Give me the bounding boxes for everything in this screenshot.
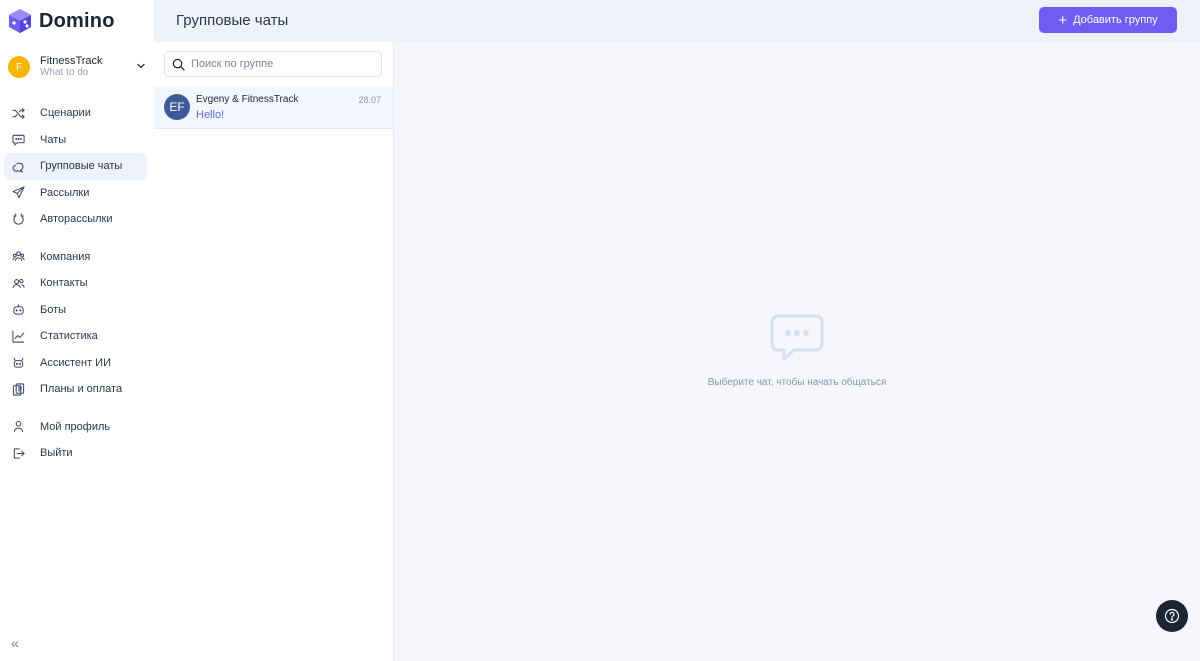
sidebar-item-ai-assistant[interactable]: Ассистент ИИ bbox=[4, 350, 147, 377]
collapse-sidebar-button[interactable]: « bbox=[11, 635, 19, 651]
sidebar-item-label: Сценарии bbox=[40, 107, 91, 120]
sidebar-item-label: Ассистент ИИ bbox=[40, 356, 111, 369]
sidebar-item-label: Компания bbox=[40, 250, 91, 263]
avatar: EF bbox=[164, 94, 190, 120]
chevron-down-icon[interactable] bbox=[136, 61, 146, 71]
empty-state-text: Выберите чат, чтобы начать общаться bbox=[707, 377, 887, 388]
sidebar-item-label: Контакты bbox=[40, 277, 88, 290]
sidebar-item-scenarios[interactable]: Сценарии bbox=[4, 100, 147, 127]
sidebar-item-label: Авторассылки bbox=[40, 213, 113, 226]
account-subtitle: What to do bbox=[40, 67, 89, 78]
group-chat-icon bbox=[12, 162, 24, 173]
account-name: FitnessTrack bbox=[40, 55, 103, 67]
sidebar-item-label: Боты bbox=[40, 303, 67, 316]
chat-bubble-icon bbox=[770, 314, 824, 361]
sidebar-item-billing[interactable]: Планы и оплата bbox=[4, 376, 147, 403]
sidebar-item-label: Планы и оплата bbox=[40, 383, 123, 396]
group-chat-list: EF Evgeny & FitnessTrack 28.07 Hello! bbox=[154, 42, 394, 661]
page-title: Групповые чаты bbox=[176, 12, 289, 29]
help-button[interactable] bbox=[1156, 600, 1188, 632]
sidebar-nav: Сценарии Чаты Групповые чаты Рассылки Ав… bbox=[4, 100, 147, 467]
search-box[interactable] bbox=[164, 51, 382, 77]
sidebar-item-bots[interactable]: Боты bbox=[4, 297, 147, 324]
sidebar-item-chats[interactable]: Чаты bbox=[4, 127, 147, 154]
question-icon bbox=[1164, 608, 1180, 624]
sidebar-item-contacts[interactable]: Контакты bbox=[4, 270, 147, 297]
contacts-icon bbox=[12, 278, 25, 288]
sidebar-item-auto-mailings[interactable]: Авторассылки bbox=[4, 206, 147, 233]
chat-name: Evgeny & FitnessTrack bbox=[196, 94, 299, 105]
auto-send-icon bbox=[13, 213, 24, 225]
sidebar-item-label: Мой профиль bbox=[40, 420, 111, 433]
bot-icon bbox=[13, 304, 24, 315]
sidebar-item-label: Выйти bbox=[40, 447, 73, 460]
billing-icon bbox=[12, 383, 25, 396]
sidebar-item-logout[interactable]: Выйти bbox=[4, 440, 147, 467]
add-group-button[interactable]: + Добавить группу bbox=[1039, 7, 1177, 33]
chat-list-item[interactable]: EF Evgeny & FitnessTrack 28.07 Hello! bbox=[154, 86, 393, 129]
ai-assistant-icon bbox=[13, 357, 24, 368]
send-icon bbox=[12, 186, 25, 199]
sidebar-item-profile[interactable]: Мой профиль bbox=[4, 414, 147, 441]
account-avatar: F bbox=[8, 56, 30, 78]
chat-panel: Выберите чат, чтобы начать общаться bbox=[394, 42, 1200, 661]
sidebar-item-mailings[interactable]: Рассылки bbox=[4, 180, 147, 207]
chart-icon bbox=[12, 330, 25, 343]
company-icon bbox=[12, 251, 25, 262]
sidebar-item-group-chats[interactable]: Групповые чаты bbox=[4, 153, 147, 180]
sidebar-item-label: Чаты bbox=[40, 133, 67, 146]
sidebar-item-company[interactable]: Компания bbox=[4, 244, 147, 271]
chat-icon bbox=[12, 135, 25, 147]
sidebar-item-label: Рассылки bbox=[40, 186, 90, 199]
sidebar-item-label: Статистика bbox=[40, 330, 98, 343]
sidebar: Domino F FitnessTrack What to do Сценари… bbox=[0, 0, 154, 661]
shuffle-icon bbox=[12, 107, 25, 119]
search-icon bbox=[172, 58, 185, 71]
page-header: Групповые чаты + Добавить группу bbox=[154, 0, 1200, 42]
sidebar-item-statistics[interactable]: Статистика bbox=[4, 323, 147, 350]
sidebar-item-label: Групповые чаты bbox=[40, 160, 123, 173]
plus-icon: + bbox=[1058, 11, 1068, 29]
chat-last-message: Hello! bbox=[196, 109, 225, 121]
chat-timestamp: 28.07 bbox=[358, 95, 381, 105]
domino-logo-icon bbox=[9, 9, 31, 33]
add-group-button-label: Добавить группу bbox=[1073, 14, 1158, 26]
logo[interactable]: Domino bbox=[8, 8, 115, 34]
logout-icon bbox=[13, 448, 25, 459]
logo-text: Domino bbox=[39, 9, 115, 32]
user-icon bbox=[13, 421, 24, 433]
search-input[interactable] bbox=[191, 58, 371, 70]
account-switcher[interactable]: F FitnessTrack What to do bbox=[8, 55, 148, 79]
